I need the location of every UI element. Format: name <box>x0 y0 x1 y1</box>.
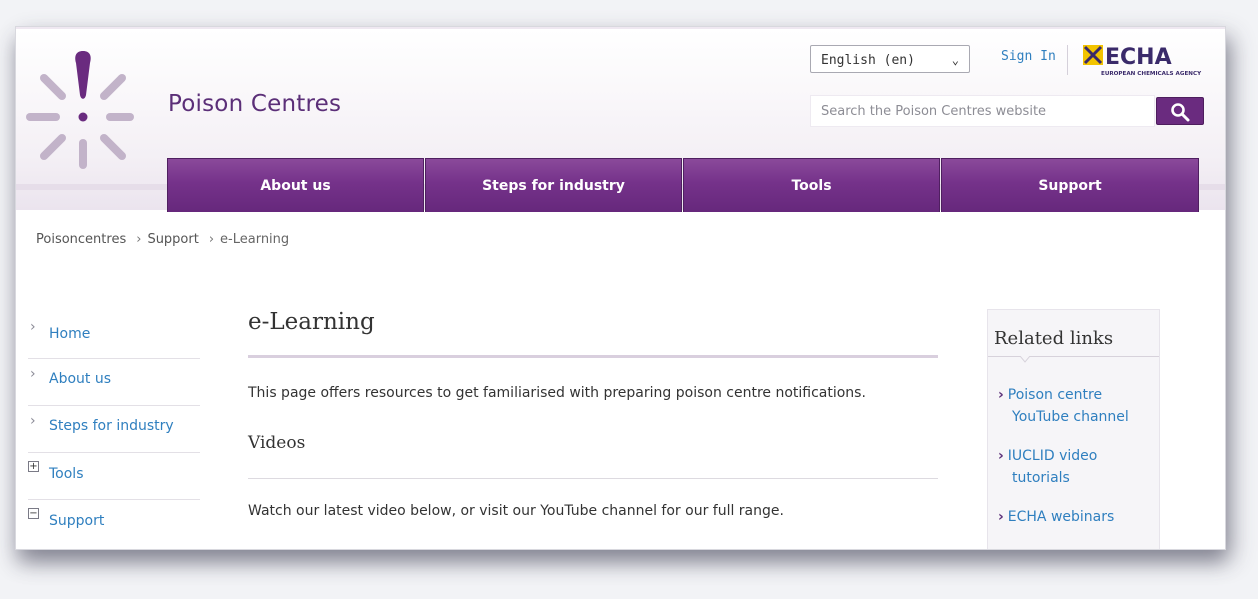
nav-tab-label: Support <box>1038 177 1102 194</box>
chevron-right-icon: › <box>30 366 36 382</box>
related-links-divider <box>988 356 1159 357</box>
videos-heading: Videos <box>248 433 306 453</box>
language-select[interactable]: English (en) ⌄ <box>810 45 970 73</box>
breadcrumb: Poisoncentres › Support › e-Learning <box>36 232 293 247</box>
related-link-label: YouTube channel <box>1012 409 1129 425</box>
chevron-right-icon: › <box>998 509 1004 525</box>
nav-tab-label: Tools <box>791 177 832 194</box>
header-divider <box>1067 45 1068 75</box>
language-select-value: English (en) <box>821 53 915 68</box>
nav-tab-label: About us <box>260 177 331 194</box>
sidebar-item-label: About us <box>49 371 112 387</box>
search-input[interactable]: Search the Poison Centres website <box>810 95 1155 127</box>
sidebar-item-home[interactable]: › Home <box>28 312 200 359</box>
notch-icon <box>1020 356 1030 363</box>
sidebar-item-steps-for-industry[interactable]: › Steps for industry <box>28 406 200 453</box>
videos-text: Watch our latest video below, or visit o… <box>248 503 784 519</box>
nav-tab-tools[interactable]: Tools <box>683 158 940 212</box>
site-header: Poison Centres English (en) ⌄ Sign In EC… <box>16 27 1225 212</box>
sidebar-item-label: Support <box>49 513 105 529</box>
breadcrumb-item-current: e-Learning <box>220 232 290 247</box>
related-links-title: Related links <box>994 328 1114 349</box>
poison-centres-logo-icon[interactable] <box>24 47 134 169</box>
nav-tab-about-us[interactable]: About us <box>167 158 424 212</box>
echa-logo-icon[interactable]: ECHA EUROPEAN CHEMICALS AGENCY <box>1083 43 1207 79</box>
sidebar-item-about-us[interactable]: › About us <box>28 359 200 406</box>
related-link-echa-webinars[interactable]: › ECHA webinars <box>998 506 1158 528</box>
sidebar-item-label: Steps for industry <box>49 418 174 434</box>
section-divider <box>248 478 938 479</box>
chevron-right-icon: › <box>30 319 36 335</box>
related-link-iuclid-tutorials[interactable]: › IUCLID video tutorials <box>998 445 1158 489</box>
nav-tab-steps-for-industry[interactable]: Steps for industry <box>425 158 682 212</box>
nav-tab-label: Steps for industry <box>482 177 625 194</box>
sidebar-item-tools[interactable]: + Tools <box>28 453 200 500</box>
sidebar-item-label: Home <box>49 326 91 342</box>
sidebar-item-label: Tools <box>49 466 84 482</box>
search-icon <box>1171 103 1190 122</box>
related-link-label: IUCLID video <box>1007 448 1098 464</box>
title-divider <box>248 355 938 358</box>
sidebar-nav: › Home › About us › Steps for industry +… <box>28 312 200 547</box>
related-link-youtube-channel[interactable]: › Poison centre YouTube channel <box>998 384 1158 428</box>
chevron-right-icon: › <box>998 387 1004 403</box>
breadcrumb-item-poisoncentres[interactable]: Poisoncentres <box>36 232 126 247</box>
browser-page: Poison Centres English (en) ⌄ Sign In EC… <box>16 27 1225 549</box>
chevron-right-icon: › <box>998 448 1004 464</box>
chevron-down-icon: ⌄ <box>951 53 959 67</box>
related-link-label: ECHA webinars <box>1007 509 1115 525</box>
breadcrumb-item-support[interactable]: Support <box>147 232 198 247</box>
chevron-right-icon: › <box>208 232 215 247</box>
page-title: e-Learning <box>248 309 375 335</box>
chevron-right-icon: › <box>136 232 142 247</box>
main-navigation: About us Steps for industry Tools Suppor… <box>167 158 1199 212</box>
echa-logo-subtext: EUROPEAN CHEMICALS AGENCY <box>1101 71 1202 77</box>
sign-in-link[interactable]: Sign In <box>1001 49 1056 64</box>
chevron-right-icon: › <box>30 413 36 429</box>
search-button[interactable] <box>1156 97 1204 125</box>
sidebar-item-support[interactable]: − Support <box>28 500 200 547</box>
intro-text: This page offers resources to get famili… <box>248 385 866 401</box>
nav-tab-support[interactable]: Support <box>941 158 1199 212</box>
collapse-icon[interactable]: − <box>28 508 39 519</box>
site-title[interactable]: Poison Centres <box>168 91 341 117</box>
echa-logo-text: ECHA <box>1105 45 1172 70</box>
expand-icon[interactable]: + <box>28 461 39 472</box>
related-links-panel: Related links › Poison centre YouTube cha… <box>987 309 1160 549</box>
related-link-label: Poison centre <box>1007 387 1103 403</box>
related-link-label: tutorials <box>1012 470 1070 486</box>
